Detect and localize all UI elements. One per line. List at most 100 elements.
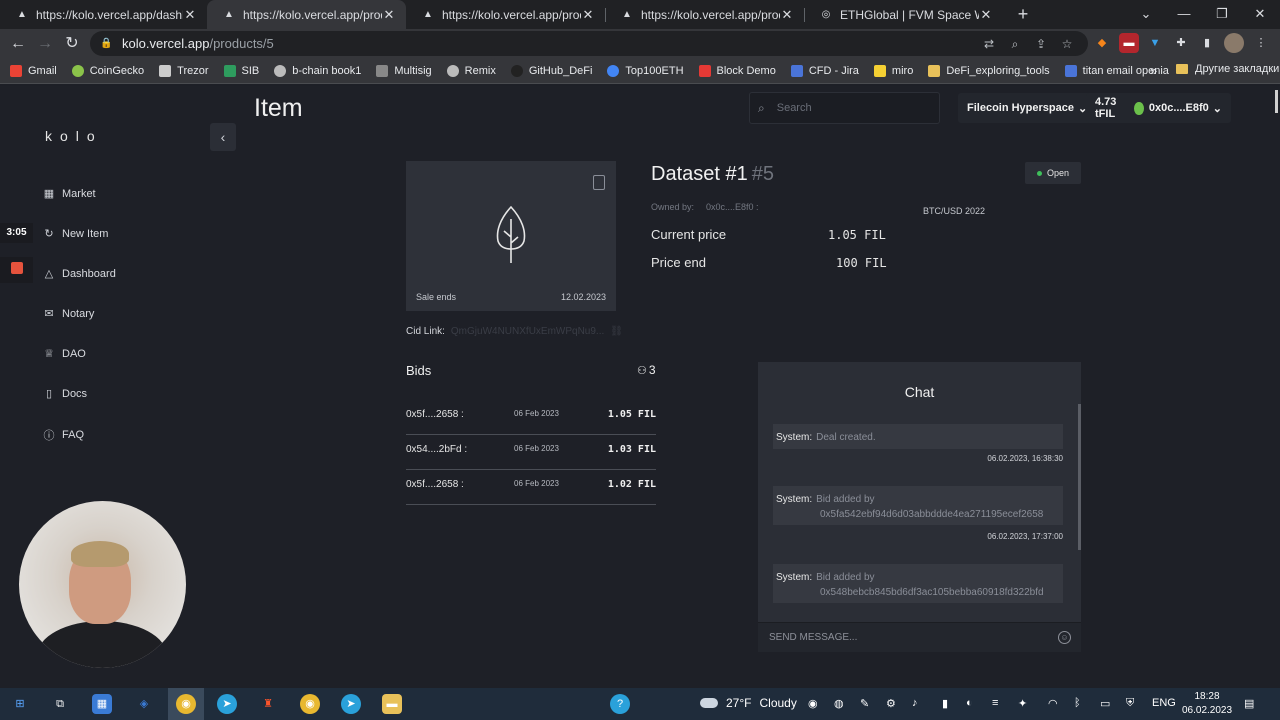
calculator-icon[interactable]: ▦ <box>92 694 112 714</box>
bookmark-block-demo[interactable]: Block Demo <box>698 64 776 77</box>
taskbar-clock[interactable]: 18:28 06.02.2023 <box>1182 690 1232 718</box>
wallet-button[interactable]: 4.73 tFIL 0x0c....E8f0 ⌄ <box>1086 93 1231 123</box>
app-icon[interactable]: ◈ <box>134 694 154 714</box>
microphone-icon[interactable]: ▮ <box>942 697 948 710</box>
bid-address[interactable]: 0x54....2bFd : <box>406 444 467 455</box>
tray-app-icon[interactable]: ✎ <box>860 697 869 710</box>
link-icon[interactable]: ⛓ <box>610 326 623 337</box>
sidebar-item-market[interactable]: ▦ Market <box>42 187 96 201</box>
sidebar-item-docs[interactable]: ▯ Docs <box>42 387 87 401</box>
sidebar-collapse-button[interactable]: ‹ <box>210 123 236 151</box>
close-window-icon[interactable]: ✕ <box>1241 0 1279 29</box>
chat-scrollbar[interactable] <box>1078 404 1081 550</box>
sidebar-item-dao[interactable]: ♕ DAO <box>42 347 86 361</box>
sidebar-item-notary[interactable]: ✉ Notary <box>42 307 94 321</box>
language-indicator[interactable]: ENG <box>1152 697 1176 709</box>
sidebar-item-dashboard[interactable]: △ Dashboard <box>42 267 116 281</box>
price-end-label: Price end <box>651 255 706 270</box>
back-icon[interactable]: ← <box>7 33 29 55</box>
task-view-icon[interactable]: ⧉ <box>50 694 70 714</box>
bookmark-trezor[interactable]: Trezor <box>159 64 209 77</box>
tab-search-icon[interactable]: ⌄ <box>1127 0 1165 29</box>
bluetooth-icon[interactable]: ᛒ <box>1074 697 1081 709</box>
windows-start-icon[interactable]: ⊞ <box>10 694 30 714</box>
emoji-icon[interactable]: ☺ <box>1058 631 1071 644</box>
bookmark-defi-exploring-tools[interactable]: DeFi_exploring_tools <box>928 64 1050 77</box>
security-icon[interactable]: ⛨ <box>1126 697 1134 710</box>
search-input[interactable]: ⌕ Search <box>749 92 940 124</box>
bookmark-sib[interactable]: SIB <box>223 64 259 77</box>
tray-chrome-icon[interactable]: ◉ <box>808 697 818 710</box>
brave-icon[interactable]: ♜ <box>258 694 278 714</box>
tray-app-icon[interactable]: ⚙ <box>886 697 896 710</box>
bookmark-github-defi[interactable]: GitHub_DeFi <box>510 64 592 77</box>
reload-icon[interactable]: ↻ <box>61 33 83 55</box>
bookmark-multisig[interactable]: Multisig <box>376 64 432 77</box>
weather-widget[interactable]: 27°F Cloudy <box>700 696 797 710</box>
network-selector[interactable]: Filecoin Hyperspace ⌄ <box>958 93 1097 123</box>
close-tab-icon[interactable]: ✕ <box>979 7 993 23</box>
zoom-icon[interactable]: ⌕ <box>1006 35 1024 53</box>
extension-red-icon[interactable]: ▬ <box>1119 33 1139 53</box>
new-tab-button[interactable]: + <box>1012 3 1034 25</box>
bookmark-star-icon[interactable]: ☆ <box>1058 35 1076 53</box>
tray-app-icon[interactable]: ◍ <box>834 697 844 710</box>
chat-panel: Chat System: Deal created. 06.02.2023, 16… <box>758 362 1081 652</box>
profile-avatar[interactable] <box>1224 33 1244 53</box>
close-tab-icon[interactable]: ✕ <box>780 7 794 23</box>
notifications-icon[interactable]: ▤ <box>1244 697 1254 710</box>
bid-address[interactable]: 0x5f....2658 : <box>406 409 464 420</box>
bookmark-top100eth[interactable]: Top100ETH <box>607 64 684 77</box>
bookmark-cfd-jira[interactable]: CFD - Jira <box>790 64 859 77</box>
chrome-icon[interactable]: ◉ <box>176 694 196 714</box>
sidebar-item-new-item[interactable]: ↻ New Item <box>42 227 108 241</box>
battery-icon[interactable]: ▭ <box>1100 697 1110 710</box>
restore-icon[interactable]: ❐ <box>1203 0 1241 29</box>
browser-tab-2-active[interactable]: ▲ https://kolo.vercel.app/products/ ✕ <box>207 0 406 29</box>
telegram-icon[interactable]: ➤ <box>341 694 361 714</box>
bookmark-bchain-book[interactable]: b-chain book1 <box>274 64 361 77</box>
extensions-puzzle-icon[interactable]: ✚ <box>1171 33 1191 53</box>
browser-tab-1[interactable]: ▲ https://kolo.vercel.app/dashboar ✕ <box>0 0 207 29</box>
send-message-input[interactable]: SEND MESSAGE... ☺ <box>758 622 1081 652</box>
bid-address[interactable]: 0x5f....2658 : <box>406 479 464 490</box>
wifi-icon[interactable]: ◠ <box>1048 697 1058 710</box>
close-tab-icon[interactable]: ✕ <box>382 7 396 23</box>
app-logo[interactable]: kolo <box>45 128 103 144</box>
share-icon[interactable]: ⇪ <box>1032 35 1050 53</box>
bookmark-coingecko[interactable]: CoinGecko <box>71 64 144 77</box>
browser-tab-4[interactable]: ▲ https://kolo.vercel.app/products/ ✕ <box>605 0 804 29</box>
browser-tab-5[interactable]: ◎ ETHGlobal | FVM Space Warp ✕ <box>804 0 1003 29</box>
cid-value[interactable]: QmGjuW4NUNXfUxEmWPqNu9... <box>451 326 604 337</box>
forward-icon[interactable]: → <box>34 33 56 55</box>
bookmarks-overflow-button[interactable]: » <box>1150 63 1157 78</box>
chrome-icon[interactable]: ◉ <box>300 694 320 714</box>
close-tab-icon[interactable]: ✕ <box>581 7 595 23</box>
telegram-icon[interactable]: ➤ <box>217 694 237 714</box>
translate-icon[interactable]: ⇄ <box>980 35 998 53</box>
side-panel-icon[interactable]: ▮ <box>1197 33 1217 53</box>
tray-app-icon[interactable]: ✦ <box>1018 697 1027 710</box>
shield-extension-icon[interactable]: ▼ <box>1145 33 1165 53</box>
owner-address[interactable]: 0x0c....E8f0 : <box>706 202 759 212</box>
tray-app-icon[interactable]: ◐ <box>966 697 973 709</box>
speaker-icon[interactable]: ♪ <box>912 697 918 709</box>
file-explorer-icon[interactable]: ▬ <box>382 694 402 714</box>
stop-recording-button[interactable] <box>0 257 33 283</box>
close-tab-icon[interactable]: ✕ <box>183 7 197 23</box>
minimize-icon[interactable]: — <box>1165 0 1203 29</box>
bookmark-miro[interactable]: miro <box>873 64 913 77</box>
page-scrollbar[interactable] <box>1275 90 1278 113</box>
address-bar[interactable]: 🔒 kolo.vercel.app/products/5 ⇄ ⌕ ⇪ ☆ <box>90 31 1088 56</box>
browser-tab-3[interactable]: ▲ https://kolo.vercel.app/products/ ✕ <box>406 0 605 29</box>
bookmark-remix[interactable]: Remix <box>446 64 496 77</box>
bids-heading: Bids <box>406 363 432 378</box>
help-icon[interactable]: ? <box>610 694 630 714</box>
other-bookmarks[interactable]: Другие закладки <box>1176 63 1279 75</box>
tray-app-icon[interactable]: ≡ <box>992 697 998 709</box>
bookmark-gmail[interactable]: Gmail <box>10 64 57 77</box>
sidebar-item-faq[interactable]: ⓘ FAQ <box>42 427 85 443</box>
browser-menu-icon[interactable]: ⋮ <box>1251 33 1271 53</box>
owned-by: Owned by: 0x0c....E8f0 : <box>651 202 759 212</box>
metamask-extension-icon[interactable]: ◆ <box>1092 33 1112 53</box>
